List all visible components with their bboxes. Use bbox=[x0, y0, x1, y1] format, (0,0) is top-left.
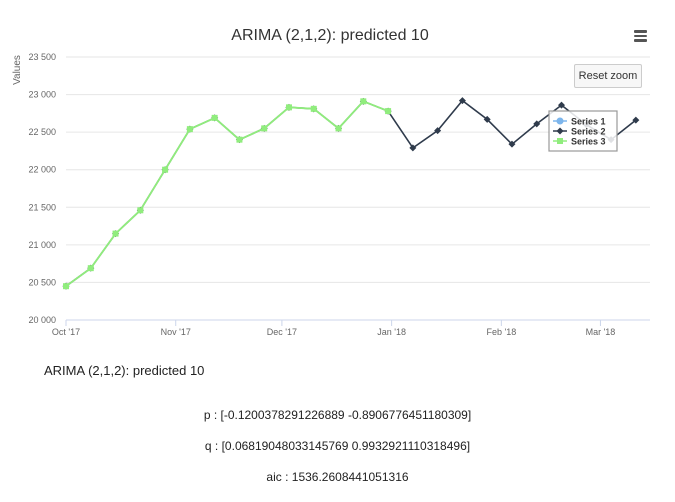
y-tick-label: 22 500 bbox=[28, 127, 56, 137]
report-title: ARIMA (2,1,2): predicted 10 bbox=[44, 363, 205, 378]
series-3-point[interactable] bbox=[360, 98, 367, 105]
q-coefficients: q : [0.06819048033145769 0.9932921110318… bbox=[204, 439, 471, 453]
chart-container: ARIMA (2,1,2): predicted 10 Values 20 00… bbox=[0, 0, 675, 350]
series-3-point[interactable] bbox=[63, 283, 69, 290]
series-3-group bbox=[63, 98, 392, 290]
series-3-point[interactable] bbox=[112, 230, 119, 237]
y-tick-label: 21 500 bbox=[28, 202, 56, 212]
x-tick-label: Oct '17 bbox=[52, 327, 80, 337]
y-tick-label: 22 000 bbox=[28, 165, 56, 175]
x-tick-label: Nov '17 bbox=[161, 327, 191, 337]
series-3-point[interactable] bbox=[261, 125, 268, 132]
series-3-point[interactable] bbox=[285, 104, 292, 111]
chart-svg: ARIMA (2,1,2): predicted 10 Values 20 00… bbox=[12, 27, 650, 337]
y-axis-label: Values bbox=[12, 55, 23, 85]
series-3-point[interactable] bbox=[557, 138, 563, 144]
legend-label[interactable]: Series 3 bbox=[571, 137, 606, 147]
chart-title: ARIMA (2,1,2): predicted 10 bbox=[231, 27, 429, 44]
series-3-point[interactable] bbox=[236, 136, 243, 143]
series-3-point[interactable] bbox=[310, 105, 317, 112]
p-coefficients: p : [-0.1200378291226889 -0.890677645118… bbox=[203, 408, 472, 422]
legend-label[interactable]: Series 1 bbox=[571, 117, 606, 127]
series-3-point[interactable] bbox=[137, 207, 144, 214]
series-3-point[interactable] bbox=[211, 114, 218, 121]
y-tick-label: 23 500 bbox=[28, 52, 56, 62]
series-3-point[interactable] bbox=[385, 108, 392, 115]
aic-value: aic : 1536.2608441051316 bbox=[266, 470, 409, 484]
x-tick-label: Jan '18 bbox=[377, 327, 406, 337]
y-tick-labels: 20 000 20 500 21 000 21 500 22 000 22 500 23 0… bbox=[28, 52, 56, 325]
legend[interactable]: Series 1Series 2Series 3 bbox=[548, 110, 618, 152]
series-1-point[interactable] bbox=[556, 117, 564, 125]
x-tick-labels: Oct '17 Nov '17 Dec '17 Jan '18 Feb '18 Mar '… bbox=[52, 320, 615, 337]
x-tick-label: Feb '18 bbox=[486, 327, 516, 337]
x-tick-label: Dec '17 bbox=[267, 327, 297, 337]
y-tick-label: 23 000 bbox=[28, 90, 56, 100]
hamburger-menu-icon[interactable] bbox=[628, 28, 652, 48]
series-3-point[interactable] bbox=[162, 166, 169, 173]
series-3-point[interactable] bbox=[335, 125, 342, 132]
series-3-point[interactable] bbox=[87, 265, 94, 272]
y-tick-label: 20 500 bbox=[28, 277, 56, 287]
series-3-point[interactable] bbox=[186, 126, 193, 133]
y-tick-label: 21 000 bbox=[28, 240, 56, 250]
legend-label[interactable]: Series 2 bbox=[571, 127, 606, 137]
reset-zoom-button[interactable]: Reset zoom bbox=[574, 64, 642, 88]
y-tick-label: 20 000 bbox=[28, 315, 56, 325]
x-tick-label: Mar '18 bbox=[586, 327, 616, 337]
